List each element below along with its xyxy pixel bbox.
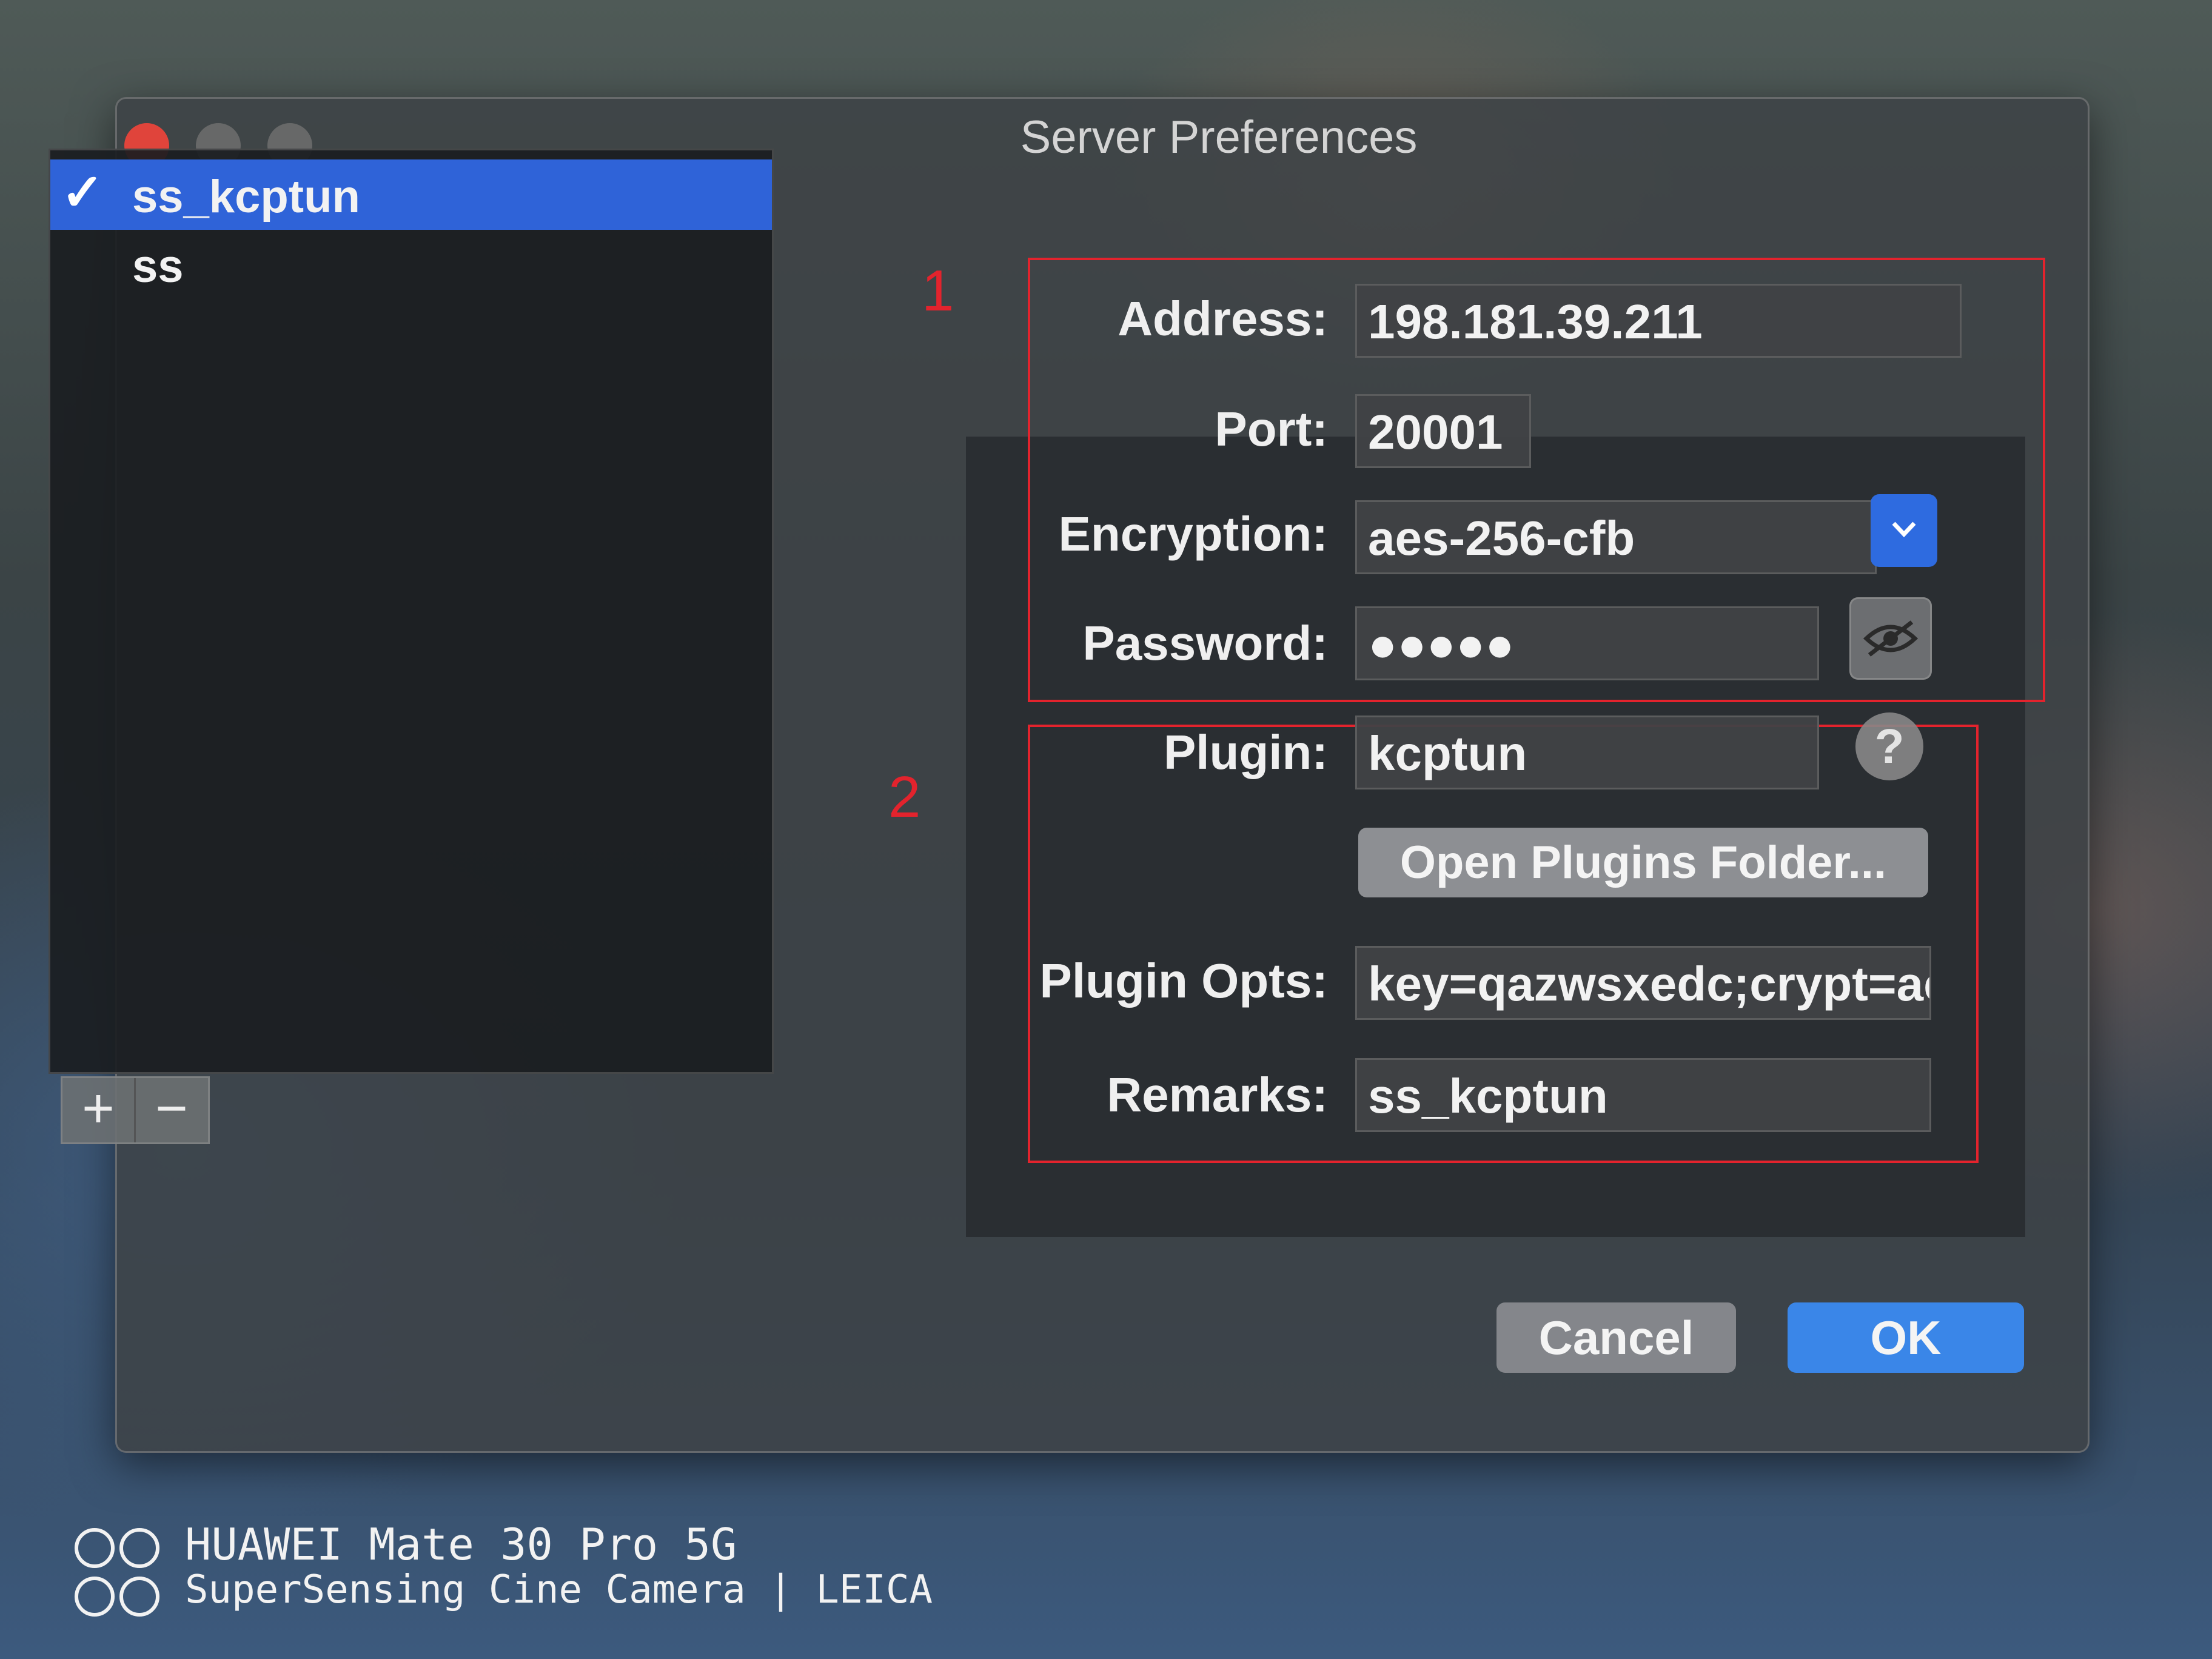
port-label: Port:	[1215, 402, 1328, 456]
eye-slash-icon[interactable]	[1849, 597, 1932, 680]
ok-button[interactable]: OK	[1788, 1302, 2024, 1373]
camera-rings-logo	[75, 1528, 159, 1617]
password-field[interactable]: ●●●●●	[1355, 606, 1819, 680]
password-label: Password:	[1082, 616, 1328, 670]
server-list-item[interactable]: ✓ ss_kcptun	[50, 159, 772, 230]
help-icon[interactable]: ?	[1855, 712, 1923, 780]
remarks-field[interactable]: ss_kcptun	[1355, 1058, 1931, 1132]
plugin-label: Plugin:	[1163, 725, 1328, 779]
server-list-item-label: ss_kcptun	[132, 171, 360, 223]
server-list-item-label: ss	[132, 241, 184, 292]
remove-server-button[interactable]: −	[136, 1078, 207, 1142]
remarks-label: Remarks:	[1107, 1068, 1328, 1122]
encryption-label: Encryption:	[1058, 507, 1328, 561]
address-label: Address:	[1118, 292, 1328, 346]
cancel-button[interactable]: Cancel	[1496, 1302, 1736, 1373]
server-list-item[interactable]: ss	[50, 229, 772, 300]
server-list[interactable]: ✓ ss_kcptun ss	[49, 149, 774, 1074]
camera-watermark-model: HUAWEI Mate 30 Pro 5G	[185, 1519, 737, 1570]
list-buttons: + −	[61, 1076, 210, 1144]
window-title: Server Preferences	[1020, 112, 1418, 163]
plugin-opts-label: Plugin Opts:	[1039, 954, 1328, 1008]
add-server-button[interactable]: +	[62, 1078, 136, 1142]
port-field[interactable]: 20001	[1355, 394, 1531, 468]
plugin-opts-field[interactable]: key=qazwsxedc;crypt=ae	[1355, 946, 1931, 1020]
plugin-field[interactable]: kcptun	[1355, 716, 1819, 789]
open-plugins-folder-button[interactable]: Open Plugins Folder...	[1358, 828, 1928, 897]
address-field[interactable]: 198.181.39.211	[1355, 284, 1962, 358]
encryption-select[interactable]: aes-256-cfb	[1355, 500, 1877, 574]
chevron-down-icon[interactable]	[1871, 494, 1937, 567]
camera-watermark-caption: SuperSensing Cine Camera | LEICA	[185, 1567, 933, 1612]
photo-of-screen: Server Preferences ✓ ss_kcptun ss + − 1 …	[0, 0, 2212, 1659]
checkmark-icon: ✓	[61, 164, 104, 221]
